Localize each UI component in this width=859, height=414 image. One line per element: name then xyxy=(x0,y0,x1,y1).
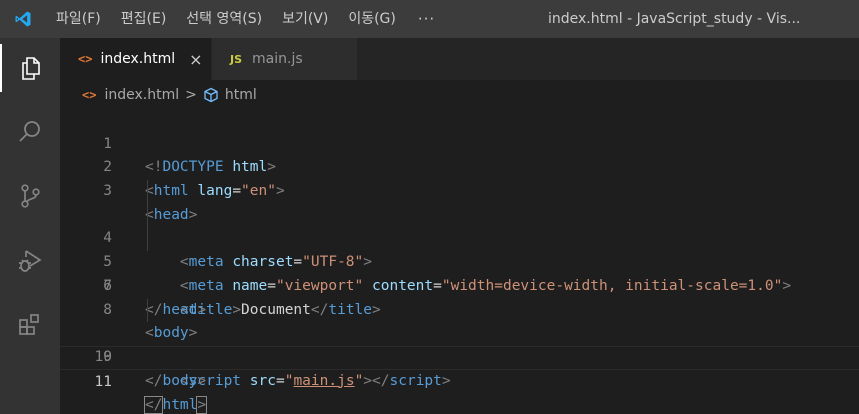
breadcrumb-file[interactable]: index.html xyxy=(104,87,179,103)
code-line[interactable]: 1 <!DOCTYPE html> xyxy=(60,109,859,176)
tab-label: index.html xyxy=(100,51,176,67)
code-line[interactable]: 4 <meta charset="UTF-8"> xyxy=(60,180,859,270)
code-line[interactable]: 7 </head> xyxy=(60,251,859,318)
extensions-icon[interactable] xyxy=(0,300,60,348)
code-text: </body> xyxy=(145,372,207,389)
menu-edit[interactable]: 편집(E) xyxy=(111,0,177,38)
activity-bar xyxy=(0,38,60,414)
title-bar: 파일(F) 편집(E) 선택 영역(S) 보기(V) 이동(G) ··· ind… xyxy=(0,0,859,38)
code-line[interactable]: 5 <meta name="viewport" content="width=d… xyxy=(60,203,859,294)
code-text: </html> xyxy=(143,396,208,414)
breadcrumb: <> index.html > html xyxy=(60,80,257,110)
symbol-cube-icon xyxy=(203,87,219,103)
code-editor[interactable]: 1 <!DOCTYPE html> 2 <html lang="en"> 3 <… xyxy=(60,109,859,414)
breadcrumb-symbol[interactable]: html xyxy=(225,87,257,103)
tab-label: main.js xyxy=(252,51,303,67)
menu-selection[interactable]: 선택 영역(S) xyxy=(176,0,272,38)
explorer-icon[interactable] xyxy=(0,44,60,92)
code-line-current[interactable]: 11 </html> xyxy=(60,345,859,414)
editor-area: <> index.html × JS main.js <> index.html… xyxy=(60,38,859,414)
tab-main-js[interactable]: JS main.js xyxy=(212,38,358,80)
indent-guide xyxy=(147,203,148,228)
line-number: 11 xyxy=(94,373,112,390)
run-debug-icon[interactable] xyxy=(0,236,60,284)
html-file-icon: <> xyxy=(82,88,97,102)
breadcrumb-separator: > xyxy=(185,87,197,103)
bracket-match: </ xyxy=(143,396,164,414)
html-file-icon: <> xyxy=(78,52,93,66)
menu-more-button[interactable]: ··· xyxy=(406,10,447,28)
menu-file[interactable]: 파일(F) xyxy=(46,0,111,38)
vscode-logo-icon xyxy=(0,0,46,38)
tab-index-html[interactable]: <> index.html × xyxy=(60,38,212,80)
source-control-icon[interactable] xyxy=(0,172,60,220)
code-line[interactable]: 6 <title>Document</title> xyxy=(60,227,859,318)
code-line[interactable]: 3 <head> xyxy=(60,156,859,223)
js-file-icon: JS xyxy=(230,52,243,66)
indent-guide xyxy=(147,180,148,204)
code-line[interactable]: 10 </body> xyxy=(60,322,859,389)
bracket-match: > xyxy=(196,396,208,414)
indent-guide xyxy=(147,298,148,323)
code-line[interactable]: 9 <script src="main.js"></script> xyxy=(60,298,859,389)
code-line[interactable]: 8 <body> xyxy=(60,275,859,342)
menu-bar: 파일(F) 편집(E) 선택 영역(S) 보기(V) 이동(G) ··· xyxy=(46,0,447,38)
tab-bar: <> index.html × JS main.js xyxy=(60,38,859,80)
menu-go[interactable]: 이동(G) xyxy=(338,0,406,38)
search-icon[interactable] xyxy=(0,108,60,156)
link-main-js[interactable]: main.js xyxy=(293,373,354,389)
menu-view[interactable]: 보기(V) xyxy=(272,0,338,38)
code-line[interactable]: 2 <html lang="en"> xyxy=(60,133,859,199)
indent-guide xyxy=(147,227,148,252)
window-title: index.html - JavaScript_study - Vis... xyxy=(548,11,801,27)
close-icon[interactable]: × xyxy=(189,50,202,69)
